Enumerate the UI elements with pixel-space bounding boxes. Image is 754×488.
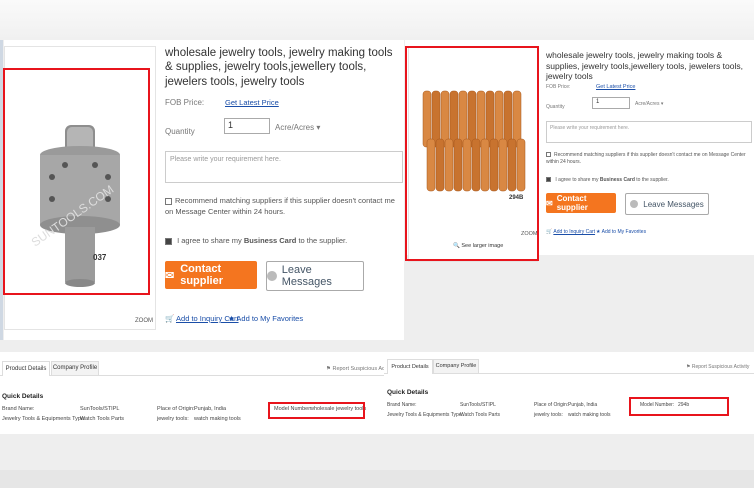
tab-product-details-right[interactable]: Product Details [387, 359, 433, 374]
contact-supplier-button-right[interactable]: ✉ Contact supplier [546, 193, 616, 213]
report-label: Report Suspicious Activ [332, 366, 391, 372]
agree-text-pre-right: I agree to share my [555, 177, 599, 183]
jtools-label-right: jewelry tools: [534, 412, 563, 418]
agree-checkbox-right[interactable] [546, 177, 551, 183]
quick-details-label: Quick Details [2, 393, 44, 400]
mail-icon: ✉ [165, 269, 175, 282]
zoom-label[interactable]: ZOOM [135, 318, 153, 324]
inquiry-cart-label-right: Add to Inquiry Cart [553, 229, 596, 235]
type-value: Watch Tools Parts [80, 416, 125, 422]
leave-label: Leave Messages [281, 264, 332, 288]
inquiry-cart-link-right[interactable]: 🛒 Add to Inquiry Cart [546, 229, 595, 235]
favorites-link[interactable]: ★ Add to My Favorites [228, 314, 303, 323]
origin-value: Punjab, India [194, 406, 227, 412]
favorites-link-right[interactable]: ★ Add to My Favorites [596, 229, 646, 235]
report-link[interactable]: ⚑ Report Suspicious Activ [326, 366, 390, 372]
agree-checkbox-row[interactable]: I agree to share my Business Card to the… [165, 236, 347, 245]
origin-label: Place of Origin: [157, 406, 195, 412]
flag-icon: ⚑ [326, 366, 331, 372]
brand-label-right: Brand Name: [387, 402, 417, 408]
leave-messages-button-right[interactable]: Leave Messages [625, 193, 709, 215]
top-strip [0, 0, 754, 40]
quantity-label-right: Quantity [546, 104, 565, 110]
right-product-title: wholesale jewelry tools, jewelry making … [546, 50, 743, 82]
bottom-edge [0, 470, 754, 488]
requirement-textarea[interactable]: Please write your requirement here. [165, 151, 403, 183]
contact-label-right: Contact supplier [556, 194, 588, 212]
type-label: Jewelry Tools & Equipments Type: [2, 416, 86, 422]
brand-value: SunTools/STIPL [80, 406, 120, 412]
chevron-down-icon: ▾ [660, 101, 664, 107]
brand-value-right: SunTools/STIPL [460, 402, 496, 408]
origin-label-right: Place of Origin: [534, 402, 569, 408]
get-latest-price-link-right[interactable]: Get Latest Price [596, 84, 635, 90]
star-icon: ★ [228, 314, 235, 323]
cart-icon: 🛒 [165, 314, 175, 323]
mail-icon: ✉ [546, 198, 553, 208]
unit-label-right: Acre/Acres [635, 101, 660, 107]
unit-label: Acre/Acres [275, 123, 315, 132]
quantity-input[interactable]: 1 [224, 118, 270, 134]
agree-text-pre: I agree to share my [177, 236, 242, 245]
agree-checkbox-row-right[interactable]: I agree to share my Business Card to the… [546, 177, 669, 183]
brand-label: Brand Name: [2, 406, 35, 412]
highlight-left-image [3, 68, 150, 295]
left-product-title: wholesale jewelry tools, jewelry making … [165, 47, 393, 88]
recommend-text-right: Recommend matching suppliers if this sup… [546, 152, 746, 165]
type-value-right: Watch Tools Parts [460, 412, 501, 418]
recommend-checkbox-right[interactable] [546, 152, 551, 158]
tab-product-details[interactable]: Product Details [2, 361, 50, 376]
recommend-text: Recommend matching suppliers if this sup… [165, 196, 395, 216]
requirement-textarea-right[interactable]: Please write your requirement here. [546, 121, 752, 143]
contact-label: Contact supplier [180, 263, 224, 287]
contact-supplier-button[interactable]: ✉ Contact supplier [165, 261, 257, 289]
fob-label-right: FOB Price: [546, 84, 571, 90]
jtools-label: jewelry tools: [157, 416, 189, 422]
flag-icon: ⚑ [686, 364, 691, 370]
business-card-text-right: Business Card [599, 177, 635, 183]
report-link-right[interactable]: ⚑ Report Suspicious Activity [686, 364, 749, 370]
cart-icon: 🛒 [546, 229, 553, 235]
report-label-right: Report Suspicious Activity [691, 364, 750, 370]
chevron-down-icon: ▾ [316, 123, 321, 132]
fob-label: FOB Price: [165, 98, 205, 107]
leave-messages-button[interactable]: Leave Messages [266, 261, 364, 291]
quantity-label: Quantity [165, 127, 195, 136]
highlight-right-image [405, 46, 539, 261]
recommend-checkbox-row[interactable]: Recommend matching suppliers if this sup… [165, 196, 401, 217]
tab-company-profile-right[interactable]: Company Profile [433, 359, 479, 374]
quantity-input-right[interactable]: 1 [592, 97, 630, 109]
unit-select-right[interactable]: Acre/Acres ▾ [635, 101, 663, 107]
favorites-label: Add to My Favorites [236, 314, 304, 323]
tab-company-profile[interactable]: Company Profile [51, 361, 99, 376]
jtools-value: watch making tools [194, 416, 241, 422]
message-icon [267, 271, 277, 281]
get-latest-price-link[interactable]: Get Latest Price [225, 98, 279, 107]
origin-value-right: Punjab, India [568, 402, 598, 408]
business-card-text: Business Card [243, 236, 297, 245]
agree-text-post-right: to the supplier. [636, 177, 669, 183]
message-icon [630, 200, 639, 208]
highlight-left-model [268, 402, 365, 419]
favorites-label-right: Add to My Favorites [601, 229, 647, 235]
quick-details-heading: Quick Details [2, 393, 43, 400]
highlight-right-model [629, 397, 729, 416]
recommend-checkbox[interactable] [165, 197, 172, 205]
jtools-value-right: watch making tools [568, 412, 611, 418]
agree-checkbox[interactable] [165, 237, 172, 245]
agree-text-post: to the supplier. [298, 236, 348, 245]
type-label-right: Jewelry Tools & Equipments Type: [387, 412, 463, 418]
leave-label-right: Leave Messages [643, 199, 704, 209]
recommend-checkbox-row-right[interactable]: Recommend matching suppliers if this sup… [546, 152, 746, 166]
star-icon: ★ [596, 229, 601, 235]
quick-details-label-right: Quick Details [387, 389, 429, 396]
quick-details-heading-right: Quick Details [387, 389, 428, 396]
unit-select[interactable]: Acre/Acres ▾ [275, 123, 320, 132]
